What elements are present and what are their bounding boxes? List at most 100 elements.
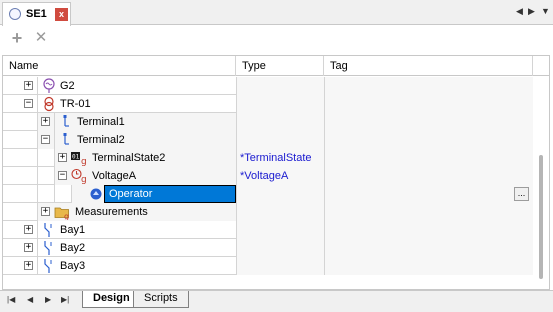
toolbar: + ✕	[0, 26, 553, 52]
table-row[interactable]: + g Measurements	[3, 203, 533, 221]
add-icon[interactable]: +	[8, 29, 26, 47]
indent-line	[54, 149, 55, 167]
tab-scroll-right-icon[interactable]: ▶	[528, 6, 535, 17]
tag-cell[interactable]	[324, 77, 533, 95]
table-row[interactable]: − Terminal2	[3, 131, 533, 149]
tree-node-label: Terminal2	[77, 134, 125, 146]
type-cell[interactable]: *TerminalState	[236, 149, 324, 167]
table-row[interactable]: − g VoltageA *VoltageA	[3, 167, 533, 185]
tag-cell[interactable]	[324, 95, 533, 113]
svg-text:g: g	[81, 175, 87, 184]
indent-line	[37, 131, 38, 149]
tag-cell[interactable]	[324, 203, 533, 221]
indent-line	[37, 257, 38, 275]
table-row[interactable]: + Bay1	[3, 221, 533, 239]
expand-icon[interactable]: +	[58, 153, 67, 162]
previous-sheet-icon[interactable]: ◀	[27, 295, 33, 304]
type-cell[interactable]	[236, 257, 324, 275]
state-icon: 01 g	[71, 152, 87, 166]
type-cell[interactable]	[236, 77, 324, 95]
indent-line	[37, 113, 38, 131]
column-header-type[interactable]: Type	[236, 56, 324, 76]
table-row[interactable]: + Terminal1	[3, 113, 533, 131]
table-row-selected[interactable]: Operator ...	[3, 185, 533, 203]
indent-line	[71, 185, 72, 203]
tag-cell[interactable]	[324, 239, 533, 257]
type-cell[interactable]	[236, 113, 324, 131]
indent-line	[54, 185, 55, 203]
svg-text:g: g	[64, 212, 69, 220]
last-sheet-icon[interactable]: ▶|	[61, 295, 69, 304]
terminal-icon	[63, 115, 69, 127]
tag-cell[interactable]	[324, 149, 533, 167]
tag-cell[interactable]	[324, 131, 533, 149]
svg-text:01: 01	[72, 154, 80, 161]
indent-line	[37, 185, 38, 203]
expand-icon[interactable]: +	[24, 261, 33, 270]
column-header-name[interactable]: Name	[3, 56, 236, 76]
tree-node-label: Bay1	[60, 224, 86, 236]
table-row[interactable]: − TR-01	[3, 95, 533, 113]
indent-line	[37, 95, 38, 113]
folder-icon: g	[54, 207, 69, 220]
vertical-scrollbar[interactable]	[533, 77, 549, 289]
tree-node-label: VoltageA	[92, 170, 137, 182]
collapse-icon[interactable]: −	[58, 171, 67, 180]
bay-icon	[44, 223, 52, 237]
type-cell[interactable]	[236, 95, 324, 113]
type-cell[interactable]	[236, 239, 324, 257]
tree-node-label: TR-01	[60, 98, 91, 110]
circle-icon	[9, 8, 21, 20]
expand-icon[interactable]: +	[41, 117, 50, 126]
tag-cell[interactable]	[324, 257, 533, 275]
operator-icon	[90, 188, 102, 200]
tree-node-label: G2	[60, 80, 75, 92]
tag-cell[interactable]	[324, 221, 533, 239]
table-row[interactable]: + Bay2	[3, 239, 533, 257]
tree-node-label: Bay3	[60, 260, 86, 272]
type-cell[interactable]	[236, 131, 324, 149]
indent-line	[37, 239, 38, 257]
ellipsis-button[interactable]: ...	[514, 187, 529, 201]
tab-design[interactable]: Design	[82, 291, 141, 308]
expand-icon[interactable]: +	[24, 225, 33, 234]
type-cell[interactable]: *VoltageA	[236, 167, 324, 185]
type-cell[interactable]	[236, 203, 324, 221]
delete-icon[interactable]: ✕	[32, 29, 50, 47]
indent-line	[37, 149, 38, 167]
grid-header: Name Type Tag	[3, 56, 549, 76]
column-header-tag[interactable]: Tag	[324, 56, 533, 76]
tab-menu-icon[interactable]: ▼	[541, 6, 550, 16]
tab-scroll-left-icon[interactable]: ◀	[516, 6, 523, 17]
type-cell[interactable]	[236, 221, 324, 239]
expand-icon[interactable]: +	[41, 207, 50, 216]
document-tab-se1[interactable]: SE1 x	[2, 2, 71, 26]
collapse-icon[interactable]: −	[41, 135, 50, 144]
document-tab-title: SE1	[26, 8, 47, 20]
tag-cell[interactable]	[324, 113, 533, 131]
collapse-icon[interactable]: −	[24, 99, 33, 108]
first-sheet-icon[interactable]: |◀	[7, 295, 15, 304]
tab-scripts[interactable]: Scripts	[133, 291, 189, 308]
svg-text:g: g	[81, 157, 87, 166]
document-tab-strip: SE1 x ◀ ▶ ▼	[0, 0, 553, 26]
table-row[interactable]: + G2	[3, 77, 533, 95]
table-row[interactable]: + Bay3	[3, 257, 533, 275]
next-sheet-icon[interactable]: ▶	[45, 295, 51, 304]
expand-icon[interactable]: +	[24, 81, 33, 90]
tag-cell[interactable]	[324, 185, 533, 203]
close-icon[interactable]: x	[55, 8, 68, 21]
sheet-tab-bar: |◀ ◀ ▶ ▶| Design Scripts	[0, 290, 553, 312]
scrollbar-thumb[interactable]	[539, 155, 543, 279]
indent-line	[37, 203, 38, 221]
tag-cell[interactable]	[324, 167, 533, 185]
type-cell[interactable]	[236, 185, 324, 203]
operator-name-editor[interactable]: Operator	[104, 185, 236, 203]
indent-line	[54, 113, 55, 131]
voltage-icon: g	[71, 168, 87, 184]
tree-node-label: TerminalState2	[92, 152, 166, 164]
tree-node-label: Terminal1	[77, 116, 125, 128]
indent-line	[37, 221, 38, 239]
table-row[interactable]: + 01 g TerminalState2 *TerminalState	[3, 149, 533, 167]
expand-icon[interactable]: +	[24, 243, 33, 252]
